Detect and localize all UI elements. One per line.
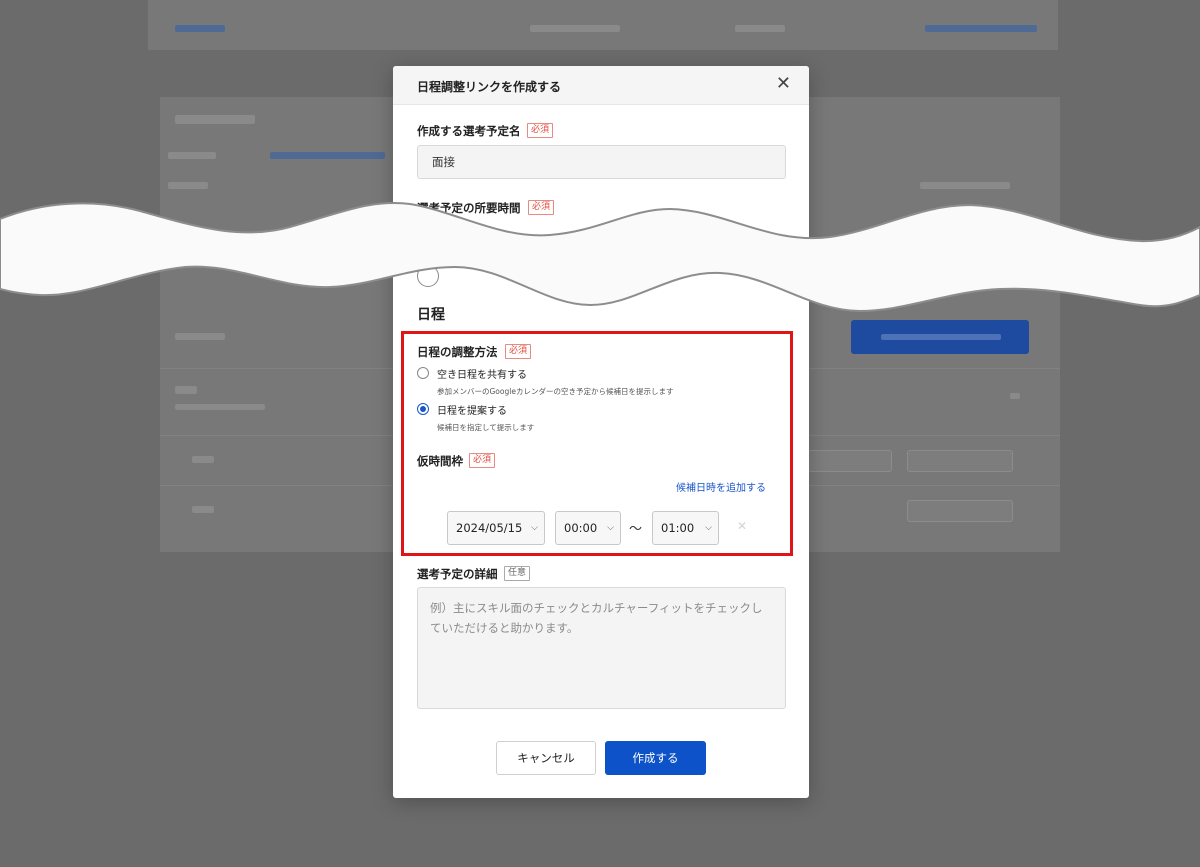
background-text bbox=[175, 386, 197, 394]
details-label: 選考予定の詳細 bbox=[417, 567, 498, 581]
modal-header: 日程調整リンクを作成する ✕ bbox=[393, 66, 809, 105]
background-icon bbox=[1010, 393, 1020, 399]
background-text bbox=[920, 182, 1010, 189]
background-text bbox=[192, 456, 214, 463]
background-text bbox=[192, 506, 214, 513]
background-text bbox=[168, 152, 216, 159]
optional-tag: 任意 bbox=[504, 566, 531, 581]
background-text bbox=[530, 25, 620, 32]
create-button[interactable]: 作成する bbox=[605, 741, 706, 775]
background-button bbox=[907, 450, 1013, 472]
background-link bbox=[925, 25, 1037, 32]
details-textarea[interactable]: 例）主にスキル面のチェックとカルチャーフィットをチェックしていただけると助かりま… bbox=[417, 587, 786, 709]
background-button bbox=[808, 450, 892, 472]
background-heading bbox=[175, 115, 255, 124]
background-button bbox=[851, 320, 1029, 354]
background-text bbox=[735, 25, 785, 32]
background-text bbox=[175, 404, 265, 410]
background-button bbox=[907, 500, 1013, 522]
highlight-box bbox=[401, 331, 793, 556]
background-text bbox=[175, 333, 225, 340]
background-text bbox=[168, 182, 208, 189]
required-tag: 必須 bbox=[527, 123, 554, 138]
background-link bbox=[175, 25, 225, 32]
wave-separator bbox=[0, 201, 1200, 313]
name-field-label: 作成する選考予定名 bbox=[417, 124, 521, 138]
cancel-button[interactable]: キャンセル bbox=[496, 741, 596, 775]
background-link bbox=[270, 152, 385, 159]
modal-title: 日程調整リンクを作成する bbox=[417, 80, 562, 94]
close-icon[interactable]: ✕ bbox=[776, 74, 791, 94]
schedule-name-input[interactable]: 面接 bbox=[417, 145, 786, 179]
